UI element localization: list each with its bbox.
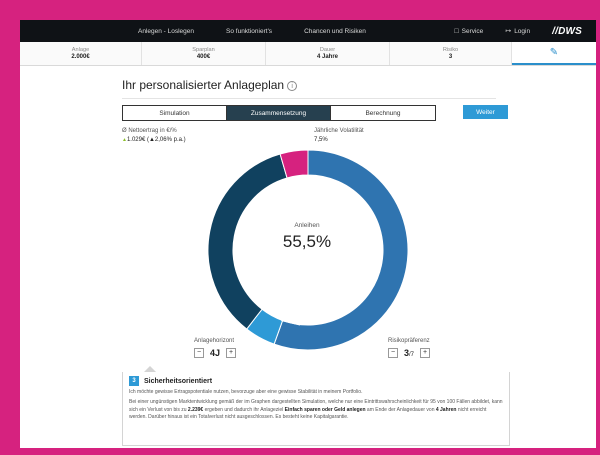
risk-value-max: /7 (409, 352, 415, 358)
tab-zusammensetzung[interactable]: Zusammensetzung (227, 106, 331, 120)
tab-berechnung[interactable]: Berechnung (331, 106, 435, 120)
horizon-label: Anlagehorizont (194, 338, 235, 344)
summary-risiko[interactable]: Risiko 3 (390, 42, 512, 65)
horizon-minus-button[interactable]: − (194, 348, 204, 358)
volatility-stat: Jährliche Volatilität 7,5% (314, 127, 364, 145)
risk-plus-button[interactable]: + (420, 348, 431, 358)
login-label: Login (514, 27, 531, 35)
weiter-button[interactable]: Weiter (463, 105, 508, 119)
risk-info-header: 3 Sicherheitsorientiert (129, 376, 503, 386)
pencil-icon: ✎ (549, 47, 559, 58)
plan-summary-bar: Anlage 2.000€ Sparplan 400€ Dauer 4 Jahr… (20, 42, 596, 66)
net-return-stat: Ø Nettoertrag in €/% ▲1.029€ (▲2,06% p.a… (122, 127, 186, 145)
summary-label: Dauer (319, 46, 336, 53)
nav-item-so-funktioniert[interactable]: So funktioniert's (226, 28, 272, 35)
page-title-text: Ihr personalisierter Anlageplan (122, 78, 285, 92)
detail-text: ergeben und dadurch ihr Anlageziel (203, 406, 285, 413)
summary-value: 2.000€ (71, 53, 90, 60)
summary-value: 4 Jahre (316, 53, 338, 60)
net-return-value: ▲1.029€ (▲2,06% p.a.) (122, 136, 186, 145)
risk-info-box: 3 Sicherheitsorientiert Ich möchte gewis… (122, 372, 510, 446)
service-link[interactable]: □ Service (454, 28, 483, 35)
risk-info-title: Sicherheitsorientiert (144, 377, 213, 385)
summary-label: Anlage (71, 46, 90, 53)
nav-items: Anlegen - Loslegen So funktioniert's Cha… (138, 28, 398, 35)
risk-stepper: − 3/7 + (388, 348, 431, 358)
chat-icon: □ (454, 27, 459, 35)
summary-label: Risiko (442, 46, 459, 53)
horizon-value: 4J (210, 348, 221, 358)
nav-item-anlegen[interactable]: Anlegen - Loslegen (138, 28, 194, 35)
net-return-label: Ø Nettoertrag in €/% (122, 128, 177, 134)
dws-logo[interactable]: //DWS (552, 26, 582, 37)
summary-anlage[interactable]: Anlage 2.000€ (20, 42, 142, 65)
summary-dauer[interactable]: Dauer 4 Jahre (266, 42, 390, 65)
detail-duration: 4 Jahren (435, 406, 457, 413)
edit-plan-button[interactable]: ✎ (512, 42, 596, 65)
risk-minus-button[interactable]: − (388, 348, 398, 358)
horizon-plus-button[interactable]: + (226, 348, 237, 358)
logo-text: DWS (558, 25, 582, 37)
tab-simulation[interactable]: Simulation (123, 106, 227, 120)
summary-value: 400€ (196, 53, 211, 60)
volatility-label: Jährliche Volatilität (314, 128, 364, 134)
highlight-name: Anleihen (294, 222, 320, 229)
donut-center-label: Anleihen 55,5% (257, 222, 357, 252)
highlight-percent: 55,5% (282, 232, 332, 251)
summary-value: 3 (448, 53, 453, 60)
login-link[interactable]: ↦ Login (505, 27, 531, 36)
risk-value: 3/7 (398, 348, 420, 358)
detail-loss: 2.239€ (187, 406, 204, 413)
risk-label: Risikopräferenz (388, 338, 430, 344)
risk-level-badge: 3 (129, 376, 139, 386)
nav-item-chancen-risiken[interactable]: Chancen und Risiken (304, 28, 366, 35)
info-icon[interactable]: i (287, 81, 298, 91)
summary-label: Sparplan (192, 46, 215, 53)
detail-goal: Einfach sparen oder Geld anlegen (284, 406, 366, 413)
horizon-stepper: − 4J + (194, 348, 237, 358)
risk-info-details: Bei einer ungünstigen Marktentwicklung g… (129, 399, 503, 421)
top-navigation: Anlegen - Loslegen So funktioniert's Cha… (20, 20, 596, 42)
service-label: Service (461, 27, 484, 35)
summary-sparplan[interactable]: Sparplan 400€ (142, 42, 266, 65)
page-title: Ihr personalisierter Anlageplan i (122, 78, 496, 99)
app-screen: Anlegen - Loslegen So funktioniert's Cha… (20, 20, 596, 448)
net-return-amount: 1.029€ (126, 137, 146, 143)
login-icon: ↦ (505, 28, 512, 35)
risk-info-summary: Ich möchte gewisse Ertragspotentiale nut… (129, 389, 363, 395)
volatility-value: 7,5% (314, 137, 328, 143)
nav-utilities: □ Service ↦ Login //DWS (454, 26, 596, 37)
view-tabs: Simulation Zusammensetzung Berechnung (122, 105, 436, 121)
net-return-percent: (▲2,06% p.a.) (146, 137, 186, 143)
detail-text: am Ende der Anlagedauer von (365, 406, 436, 413)
